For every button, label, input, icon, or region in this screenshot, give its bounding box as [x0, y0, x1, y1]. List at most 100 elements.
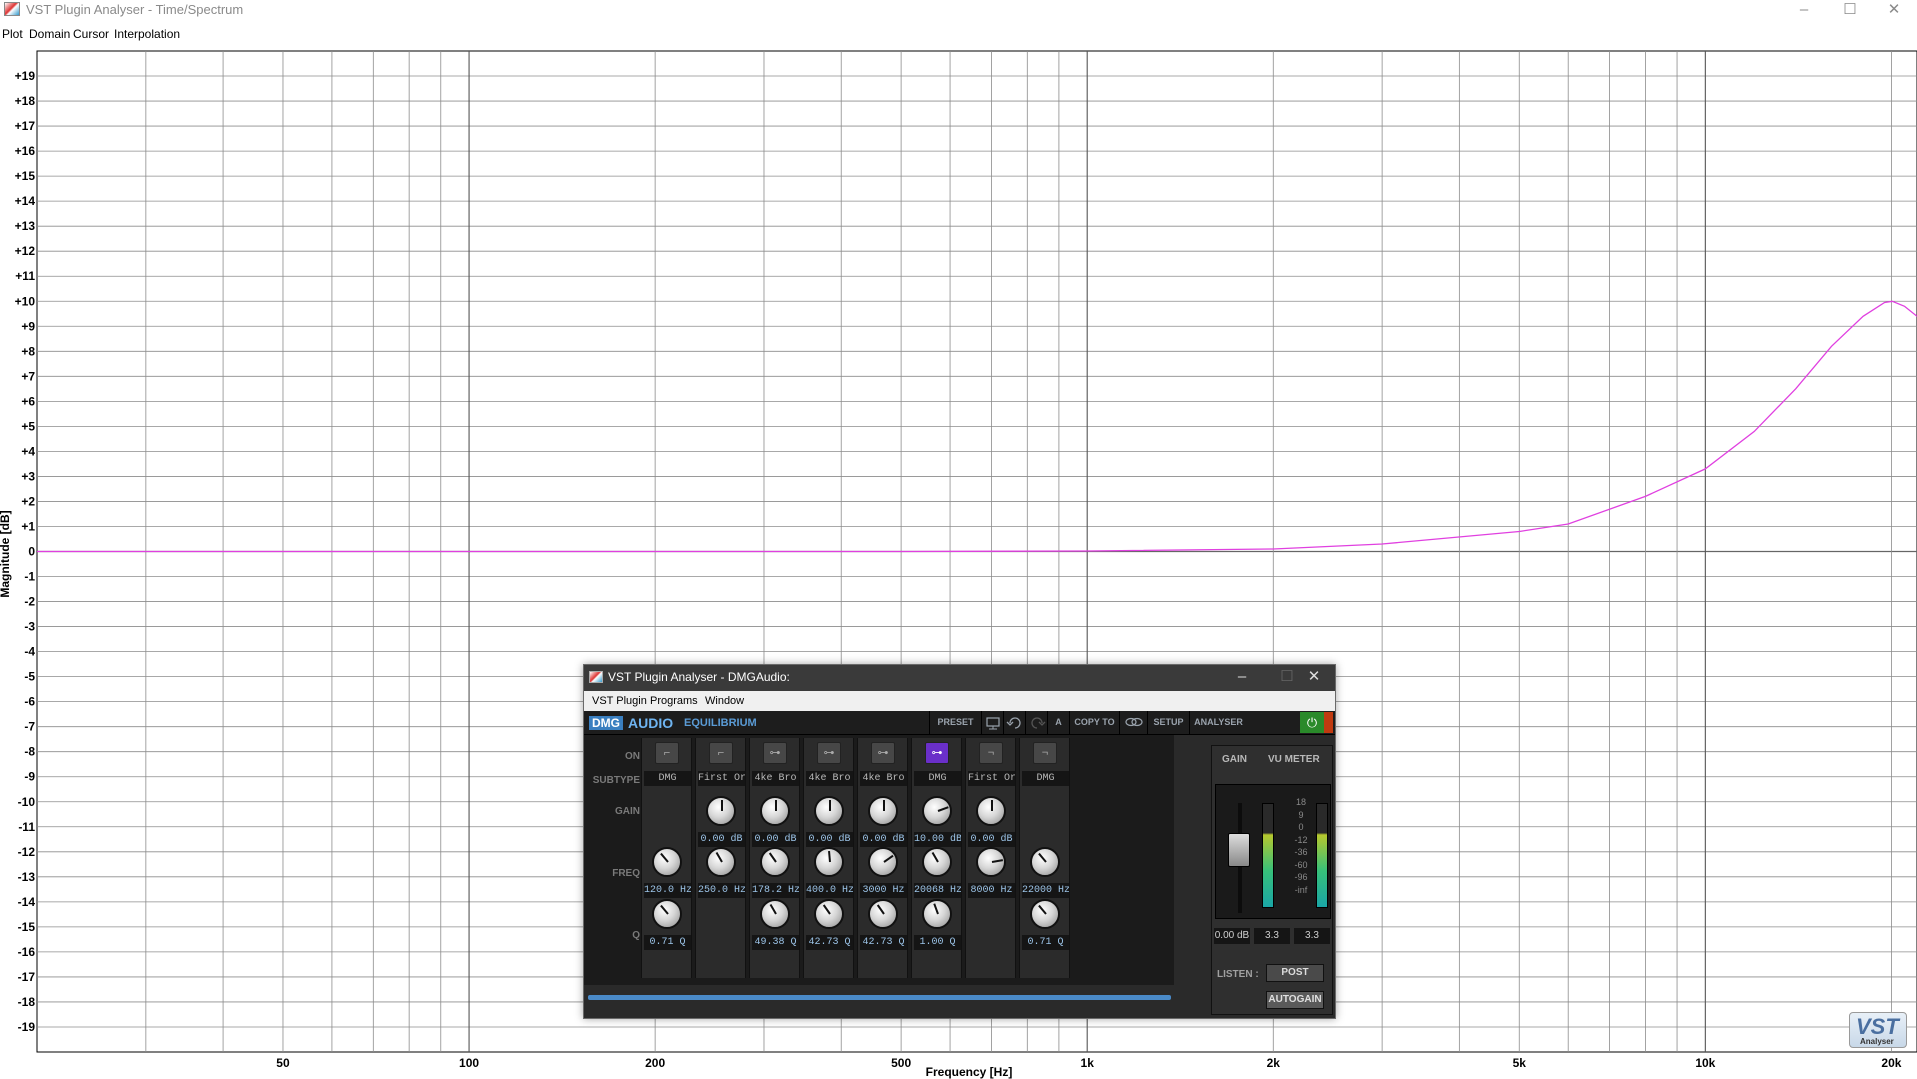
freq-value[interactable]: 20068 Hz — [914, 883, 961, 898]
vu-scale-label: 9 — [1298, 809, 1304, 820]
band-on-toggle[interactable]: ¬ — [979, 742, 1003, 764]
analyser-button[interactable]: ANALYSER — [1189, 711, 1247, 734]
q-value[interactable]: 0.71 Q — [1022, 935, 1069, 950]
band-on-toggle[interactable]: ⌐ — [709, 742, 733, 764]
plugin-menu-bar: VST Plugin Programs Window — [584, 691, 1335, 711]
band-subtype[interactable]: First Or — [698, 771, 745, 786]
q-value[interactable]: 1.00 Q — [914, 935, 961, 950]
freq-value[interactable]: 8000 Hz — [968, 883, 1015, 898]
autogain-button[interactable]: AUTOGAIN — [1266, 991, 1324, 1009]
link-icon[interactable] — [1119, 711, 1147, 734]
y-tick-label: -8 — [24, 745, 35, 759]
gain-value[interactable]: 0.00 dB — [806, 832, 853, 847]
freq-knob[interactable] — [760, 847, 790, 877]
vu-scale-label: 0 — [1298, 822, 1304, 832]
y-tick-label: -7 — [24, 720, 35, 734]
y-tick-label: -10 — [18, 795, 36, 809]
band-subtype[interactable]: DMG — [644, 771, 691, 786]
freq-knob[interactable] — [814, 847, 844, 877]
output-gain-value[interactable]: 0.00 dB — [1214, 928, 1250, 944]
freq-knob[interactable] — [868, 847, 898, 877]
q-knob[interactable] — [760, 899, 790, 929]
gain-knob[interactable] — [976, 796, 1006, 826]
plugin-menu-vst-plugin[interactable]: VST Plugin — [592, 695, 647, 707]
band-on-toggle[interactable]: ⊶ — [925, 742, 949, 764]
band-subtype[interactable]: DMG — [914, 771, 961, 786]
monitor-icon[interactable] — [981, 711, 1003, 734]
q-value[interactable]: 42.73 Q — [860, 935, 907, 950]
freq-value[interactable]: 3000 Hz — [860, 883, 907, 898]
q-knob[interactable] — [868, 899, 898, 929]
q-knob[interactable] — [1030, 899, 1060, 929]
band-subtype[interactable]: DMG — [1022, 771, 1069, 786]
bell-icon: ⊶ — [769, 747, 781, 759]
band-on-toggle[interactable]: ¬ — [1033, 742, 1057, 764]
plugin-window[interactable]: VST Plugin Analyser - DMGAudio: – ☐ ✕ VS… — [583, 664, 1336, 1019]
preset-button[interactable]: PRESET — [929, 711, 981, 734]
gain-value[interactable]: 0.00 dB — [968, 832, 1015, 847]
freq-knob[interactable] — [976, 847, 1006, 877]
gain-knob[interactable] — [922, 796, 952, 826]
q-knob[interactable] — [814, 899, 844, 929]
y-tick-label: -14 — [18, 895, 36, 909]
gain-value[interactable]: 10.00 dB — [914, 832, 961, 847]
q-knob[interactable] — [652, 899, 682, 929]
band-scrollbar[interactable] — [588, 995, 1171, 1000]
eq-band-8: ¬ DMG 22000 Hz 0.71 Q — [1019, 738, 1070, 978]
freq-knob[interactable] — [1030, 847, 1060, 877]
gain-value[interactable]: 0.00 dB — [860, 832, 907, 847]
plugin-menu-programs[interactable]: Programs — [650, 695, 698, 707]
undo-icon[interactable] — [1003, 711, 1025, 734]
plugin-close-button[interactable]: ✕ — [1294, 668, 1334, 686]
menu-domain[interactable]: Domain — [29, 27, 70, 41]
copy-to-button[interactable]: COPY TO — [1069, 711, 1119, 734]
menu-cursor[interactable]: Cursor — [73, 27, 109, 41]
gain-knob[interactable] — [760, 796, 790, 826]
vu-left-value: 3.3 — [1254, 928, 1290, 944]
band-on-toggle[interactable]: ⌐ — [655, 742, 679, 764]
q-value[interactable]: 0.71 Q — [644, 935, 691, 950]
plugin-menu-window[interactable]: Window — [705, 695, 744, 707]
band-subtype[interactable]: First Or — [968, 771, 1015, 786]
band-on-toggle[interactable]: ⊶ — [763, 742, 787, 764]
menu-interpolation[interactable]: Interpolation — [114, 27, 180, 41]
redo-icon[interactable] — [1025, 711, 1047, 734]
gain-knob[interactable] — [814, 796, 844, 826]
freq-value[interactable]: 178.2 Hz — [752, 883, 799, 898]
post-button[interactable]: POST — [1266, 964, 1324, 982]
band-subtype[interactable]: 4ke Bro — [860, 771, 907, 786]
y-tick-label: -16 — [18, 945, 36, 959]
q-value[interactable]: 49.38 Q — [752, 935, 799, 950]
ab-compare-button[interactable]: A — [1047, 711, 1069, 734]
q-value[interactable]: 42.73 Q — [806, 935, 853, 950]
freq-value[interactable]: 250.0 Hz — [698, 883, 745, 898]
freq-knob[interactable] — [922, 847, 952, 877]
freq-knob[interactable] — [652, 847, 682, 877]
band-subtype[interactable]: 4ke Bro — [806, 771, 853, 786]
menu-plot[interactable]: Plot — [2, 27, 23, 41]
gain-value[interactable]: 0.00 dB — [698, 832, 745, 847]
gain-value[interactable]: 0.00 dB — [752, 832, 799, 847]
power-icon[interactable]: ⏻ — [1300, 712, 1324, 733]
gain-knob[interactable] — [868, 796, 898, 826]
y-tick-label: -19 — [18, 1020, 36, 1034]
vu-scale-label: 18 — [1295, 797, 1306, 807]
band-on-toggle[interactable]: ⊶ — [817, 742, 841, 764]
freq-value[interactable]: 22000 Hz — [1022, 883, 1069, 898]
freq-value[interactable]: 400.0 Hz — [806, 883, 853, 898]
plugin-title-bar[interactable]: VST Plugin Analyser - DMGAudio: – ☐ ✕ — [584, 665, 1335, 691]
y-tick-label: +15 — [15, 169, 36, 183]
plugin-minimize-button[interactable]: – — [1222, 668, 1262, 686]
minimize-button[interactable]: – — [1781, 0, 1827, 22]
freq-value[interactable]: 120.0 Hz — [644, 883, 691, 898]
q-knob[interactable] — [922, 899, 952, 929]
band-on-toggle[interactable]: ⊶ — [871, 742, 895, 764]
setup-button[interactable]: SETUP — [1147, 711, 1189, 734]
gain-knob[interactable] — [706, 796, 736, 826]
maximize-button[interactable]: ☐ — [1827, 0, 1873, 22]
close-button[interactable]: ✕ — [1871, 0, 1917, 22]
band-subtype[interactable]: 4ke Bro — [752, 771, 799, 786]
gain-fader-handle[interactable] — [1228, 833, 1250, 867]
freq-knob[interactable] — [706, 847, 736, 877]
y-tick-label: +14 — [15, 194, 36, 208]
